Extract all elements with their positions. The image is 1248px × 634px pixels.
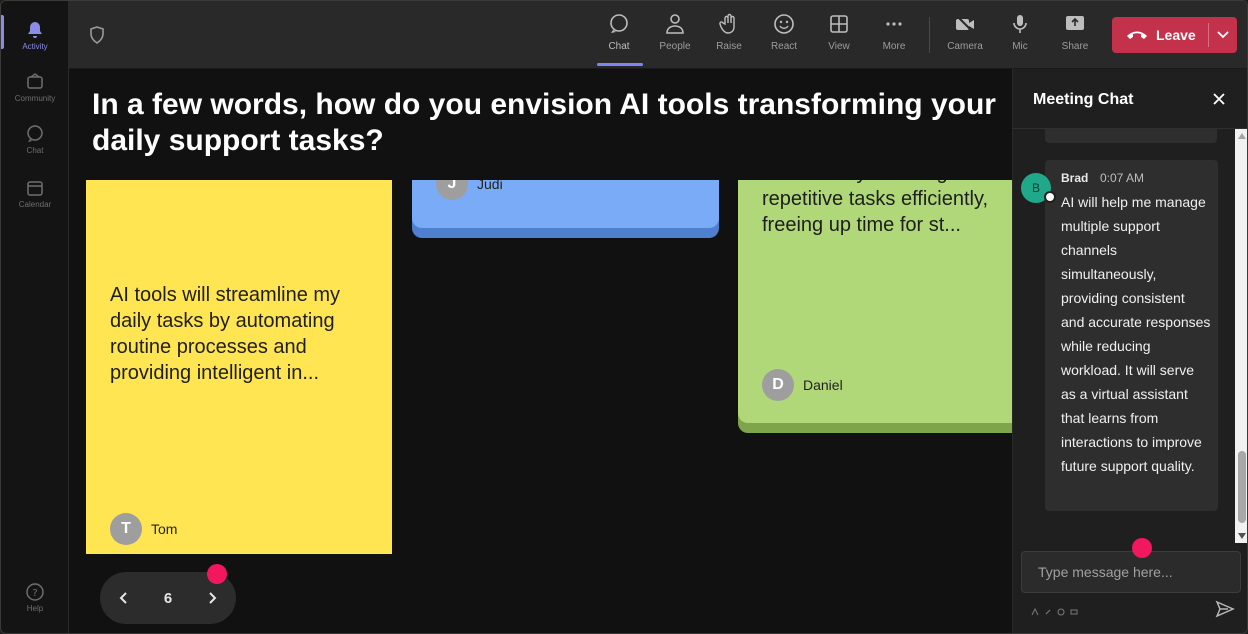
rail-label: Activity	[22, 41, 48, 51]
share-button-label: Share	[1061, 41, 1089, 52]
sender-name: Brad	[1061, 171, 1089, 185]
view-button-label: View	[828, 41, 850, 52]
rail-item-calendar[interactable]: Calendar	[1, 167, 69, 219]
card-author: D Daniel	[762, 369, 843, 401]
grid-icon	[830, 15, 848, 33]
leave-label: Leave	[1156, 27, 1196, 43]
chevron-left-icon[interactable]	[117, 591, 131, 605]
chevron-right-icon[interactable]	[205, 591, 219, 605]
left-rail: Activity Community Chat Calendar ? Help	[1, 1, 69, 633]
chat-scrollbar[interactable]	[1235, 129, 1247, 543]
card-text: workflow by handling repetitive tasks ef…	[762, 180, 989, 236]
more-button-label: More	[882, 41, 906, 52]
send-icon[interactable]	[1215, 600, 1235, 618]
chat-button-label: Chat	[608, 41, 630, 52]
compose-options	[1031, 603, 1078, 616]
calendar-icon	[27, 180, 43, 196]
previous-message	[1045, 129, 1217, 143]
scroll-thumb[interactable]	[1238, 451, 1246, 523]
presence-indicator	[1044, 191, 1056, 203]
svg-text:?: ?	[32, 588, 37, 599]
cursor-marker	[1132, 538, 1152, 558]
message-body: AI will help me manage multiple support …	[1061, 194, 1211, 474]
camera-button[interactable]: Camera	[939, 11, 991, 61]
meeting-window: Activity Community Chat Calendar ? Help …	[0, 0, 1248, 634]
chat-button[interactable]: Chat	[593, 11, 645, 61]
rail-item-community[interactable]: Community	[1, 61, 69, 113]
leave-main[interactable]: Leave	[1112, 17, 1208, 53]
avatar: J	[436, 180, 468, 200]
active-tab-indicator	[597, 63, 643, 66]
chat-icon	[610, 14, 628, 33]
view-button[interactable]: View	[813, 11, 865, 61]
mic-icon	[1013, 15, 1027, 33]
rail-item-activity[interactable]: Activity	[1, 9, 69, 61]
format-icon[interactable]	[1031, 603, 1039, 616]
card-author: T Tom	[110, 513, 177, 545]
toolbar-divider	[929, 17, 930, 53]
rail-label: Calendar	[18, 199, 52, 209]
card-author: J Judi	[436, 180, 503, 200]
question-title: In a few words, how do you envision AI t…	[92, 88, 996, 157]
mic-button-label: Mic	[1012, 41, 1028, 52]
avatar: T	[110, 513, 142, 545]
rail-label: Community	[14, 93, 56, 103]
smiley-icon	[774, 14, 794, 34]
author-name: Tom	[151, 521, 178, 537]
scroll-down-icon[interactable]	[1238, 533, 1246, 539]
response-card[interactable]: AI tools will streamline my daily tasks …	[86, 180, 392, 554]
message-time: 0:07 AM	[1100, 171, 1145, 185]
chat-icon	[27, 124, 43, 142]
close-icon[interactable]	[1210, 90, 1228, 108]
avatar: D	[762, 369, 794, 401]
response-card[interactable]: workflow by handling repetitive tasks ef…	[738, 180, 1012, 423]
hand-icon	[719, 13, 735, 34]
people-button[interactable]: People	[649, 11, 701, 61]
react-button[interactable]: React	[758, 11, 810, 61]
camera-button-label: Camera	[947, 41, 983, 52]
response-card[interactable]: J Judi	[412, 180, 719, 228]
rail-label: Help	[26, 603, 44, 613]
hang-up-icon	[1127, 31, 1147, 39]
rail-item-help[interactable]: ? Help	[1, 571, 69, 623]
bell-icon	[28, 21, 42, 38]
chevron-down-icon	[1217, 31, 1229, 39]
camera-off-icon	[956, 15, 974, 33]
mic-button[interactable]: Mic	[994, 11, 1046, 61]
rail-item-chat[interactable]: Chat	[1, 113, 69, 165]
chat-title: Meeting Chat	[1033, 91, 1134, 108]
community-icon	[27, 72, 43, 89]
author-name: Daniel	[803, 377, 843, 393]
leave-button[interactable]: Leave	[1112, 17, 1237, 53]
chat-messages: Brad 0:07 AM AI will help me manage mult…	[1013, 129, 1247, 543]
gif-icon[interactable]	[1070, 603, 1078, 615]
card-text: AI tools will streamline my daily tasks …	[110, 284, 341, 384]
raise-hand-button[interactable]: Raise	[703, 11, 755, 61]
meeting-toolbar: Chat People Raise React View More Camera	[69, 1, 1247, 69]
react-button-label: React	[770, 41, 798, 52]
more-icon	[886, 22, 902, 26]
cursor-marker	[207, 564, 227, 584]
emoji-icon[interactable]	[1057, 603, 1065, 616]
stage-area: In a few words, how do you envision AI t…	[69, 69, 1012, 633]
meeting-chat-panel: Meeting Chat Brad 0:07 AM AI will help m…	[1012, 69, 1247, 633]
chat-message-input[interactable]	[1021, 551, 1241, 593]
author-name: Judi	[477, 180, 503, 192]
more-button[interactable]: More	[868, 11, 920, 61]
help-icon: ?	[26, 582, 44, 601]
attach-icon[interactable]	[1044, 603, 1052, 615]
scroll-up-icon[interactable]	[1238, 133, 1246, 139]
leave-options-button[interactable]	[1209, 17, 1237, 53]
raise-button-label: Raise	[716, 41, 742, 52]
rail-label: Chat	[26, 145, 44, 155]
share-button[interactable]: Share	[1049, 11, 1101, 61]
chat-message: Brad 0:07 AM AI will help me manage mult…	[1045, 160, 1218, 511]
person-icon	[666, 14, 684, 34]
shield-icon[interactable]	[87, 25, 107, 45]
page-number: 6	[163, 589, 173, 607]
share-icon	[1066, 16, 1084, 30]
people-button-label: People	[659, 41, 691, 52]
